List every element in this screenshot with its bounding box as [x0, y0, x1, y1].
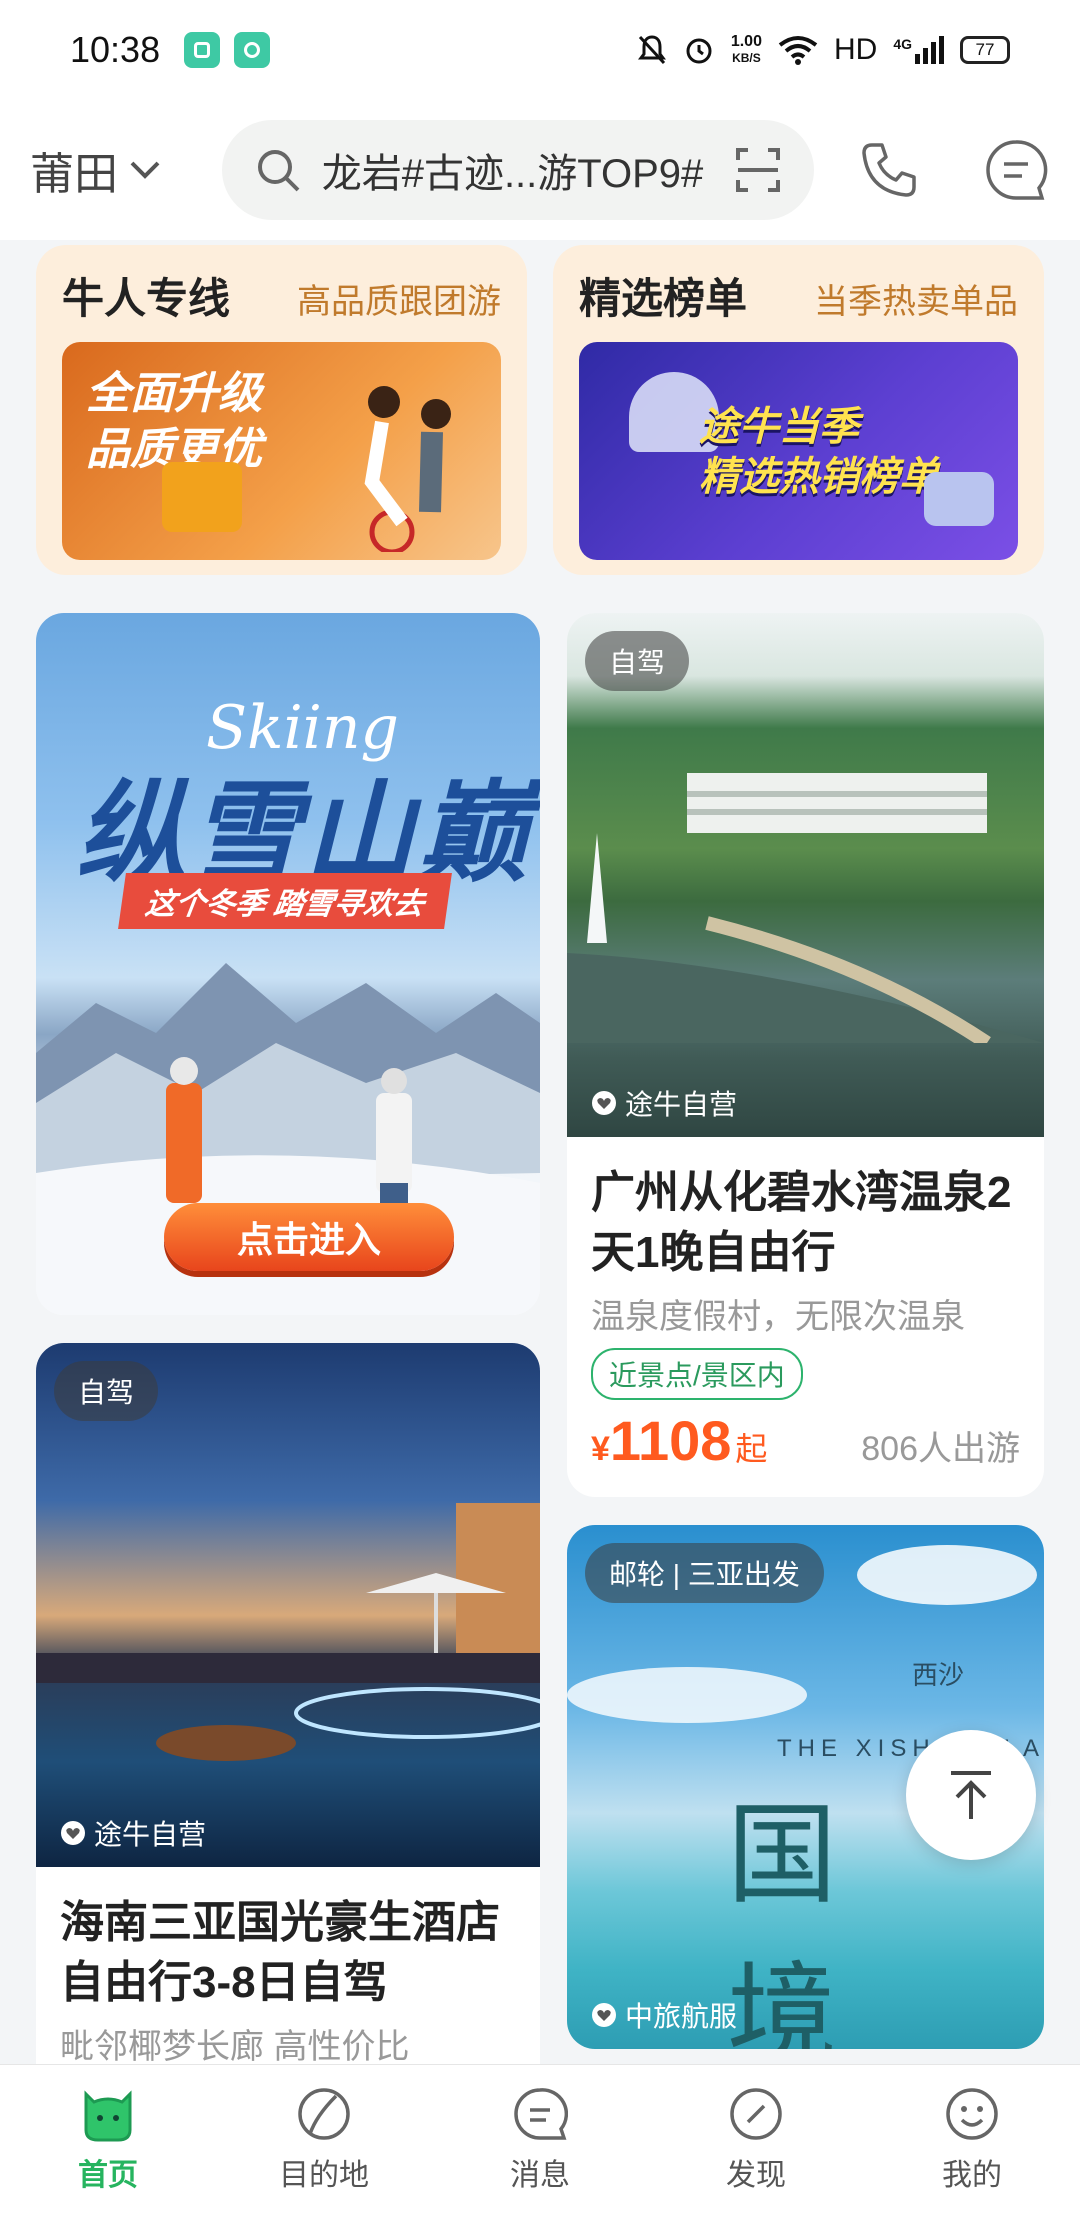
nav-label: 我的 — [942, 2158, 1002, 2192]
product-title: 广州从化碧水湾温泉2天1晚自由行 — [591, 1168, 1012, 1277]
app-notification-icon — [184, 32, 221, 68]
traveler-count: 806人出游 — [861, 1430, 1020, 1468]
product-info: 广州从化碧水湾温泉2天1晚自由行 温泉度假村，无限次温泉 近景点/景区内 ¥ 1… — [567, 1137, 1044, 1497]
search-bar[interactable]: 龙岩#古迹...游TOP9# — [221, 120, 815, 220]
promo-subtitle: 高品质跟团游 — [297, 283, 501, 321]
product-photo: 自驾 途牛自营 — [36, 1343, 540, 1867]
search-icon — [257, 150, 300, 192]
home-icon — [84, 2089, 132, 2141]
feed-left-column: Skiing 纵雪山巅 这个冬季 踏雪寻欢去 点击进入 自驾 途牛自营 海南三亚… — [36, 613, 540, 2120]
cloud-illustration — [567, 1545, 1037, 1723]
scan-icon[interactable] — [734, 146, 782, 194]
camera-illustration — [924, 472, 994, 526]
alarm-icon — [686, 38, 712, 64]
price-value: 1108 — [609, 1409, 732, 1472]
promo-row: 牛人专线 高品质跟团游 全面升级 品质更优 精选榜单 当季热卖单品 途牛当季 精… — [36, 245, 1044, 575]
status-bar: 10:38 1.00 KB/S HD 4G 77 — [0, 0, 1080, 100]
brand-label: 途牛自营 — [591, 1083, 737, 1123]
promo-subtitle: 当季热卖单品 — [814, 283, 1018, 321]
promo-banner-image[interactable]: 全面升级 品质更优 — [62, 342, 501, 560]
product-title: 海南三亚国光豪生酒店自由行3-8日自驾 — [60, 1898, 500, 2007]
profile-icon — [946, 2087, 998, 2140]
app-notification-icon — [234, 32, 271, 68]
travelers-illustration — [364, 386, 451, 552]
status-app-icons — [184, 32, 271, 68]
nav-home[interactable]: 首页 — [18, 2086, 198, 2194]
phone-button[interactable] — [854, 135, 923, 205]
net-speed: 1.00 KB/S — [730, 33, 762, 66]
heart-icon — [61, 1821, 85, 1845]
product-card-resort[interactable]: 自驾 途牛自营 广州从化碧水湾温泉2天1晚自由行 温泉度假村，无限次温泉 近景点… — [567, 613, 1044, 1497]
promo-title: 牛人专线 — [62, 275, 231, 322]
nav-label: 消息 — [510, 2158, 570, 2192]
heart-icon — [592, 2003, 616, 2027]
nav-messages[interactable]: 消息 — [450, 2086, 630, 2194]
resort-illustration — [567, 773, 1044, 1043]
nav-profile[interactable]: 我的 — [882, 2086, 1062, 2194]
brand-label: 途牛自营 — [60, 1813, 206, 1853]
product-subtitle: 温泉度假村，无限次温泉 — [591, 1298, 965, 1336]
product-card-sanya[interactable]: 自驾 途牛自营 海南三亚国光豪生酒店自由行3-8日自驾 毗邻椰梦长廊 高性价比 — [36, 1343, 540, 2092]
promo-card-ranking[interactable]: 精选榜单 当季热卖单品 途牛当季 精选热销榜单 — [553, 245, 1044, 575]
city-label: 莆田 — [30, 150, 118, 199]
status-time: 10:38 — [70, 29, 161, 70]
wifi-icon — [778, 36, 818, 65]
product-subtitle: 毗邻椰梦长廊 高性价比 — [60, 2028, 410, 2066]
feature-tag: 近景点/景区内 — [591, 1348, 803, 1400]
nav-label: 目的地 — [279, 2158, 369, 2192]
currency-symbol: ¥ — [591, 1430, 610, 1468]
ski-promo-banner[interactable]: Skiing 纵雪山巅 这个冬季 踏雪寻欢去 点击进入 — [36, 613, 540, 1315]
search-input[interactable]: 龙岩#古迹...游TOP9# — [322, 141, 722, 199]
nav-label: 首页 — [78, 2158, 138, 2192]
back-to-top-button[interactable] — [906, 1730, 1036, 1860]
promo-card-premium[interactable]: 牛人专线 高品质跟团游 全面升级 品质更优 — [36, 245, 527, 575]
nav-label: 发现 — [726, 2158, 786, 2192]
phone-icon — [861, 143, 916, 197]
suitcase-illustration — [162, 462, 242, 532]
promo-title: 精选榜单 — [579, 275, 748, 322]
product-type-tag: 自驾 — [54, 1361, 159, 1421]
banner-strip: 这个冬季 踏雪寻欢去 — [118, 873, 453, 929]
promo-banner-image[interactable]: 途牛当季 精选热销榜单 — [579, 342, 1018, 560]
nav-destination[interactable]: 目的地 — [234, 2086, 414, 2194]
top-header: 莆田 龙岩#古迹...游TOP9# — [0, 100, 1080, 240]
destination-icon — [298, 2087, 350, 2140]
price-unit: 起 — [735, 1431, 768, 1467]
signal-indicator: 4G — [893, 36, 944, 64]
enter-button[interactable]: 点击进入 — [164, 1203, 454, 1271]
bottom-navigation: 首页 目的地 消息 发现 我的 — [0, 2064, 1080, 2214]
product-photo: 自驾 途牛自营 — [567, 613, 1044, 1137]
nav-discover[interactable]: 发现 — [666, 2086, 846, 2194]
hd-label: HD — [833, 33, 878, 66]
banner-small-text: 西沙 — [912, 1660, 965, 1690]
heart-icon — [592, 1091, 616, 1115]
arrow-up-icon — [951, 1771, 991, 1819]
hotel-pool-illustration — [36, 1503, 540, 1761]
brand-label: 中旅航服 — [591, 1995, 737, 2035]
product-type-tag: 自驾 — [585, 631, 690, 691]
message-icon — [514, 2087, 568, 2140]
message-button[interactable] — [981, 135, 1050, 205]
price-row: ¥ 1108 起 806人出游 — [591, 1408, 1020, 1473]
discover-icon — [730, 2087, 782, 2140]
battery-indicator: 77 — [960, 36, 1010, 64]
product-info: 海南三亚国光豪生酒店自由行3-8日自驾 毗邻椰梦长廊 高性价比 — [36, 1867, 540, 2092]
status-indicators: 1.00 KB/S HD 4G 77 — [637, 33, 1010, 67]
chevron-down-icon — [130, 161, 160, 179]
mute-icon — [637, 35, 666, 65]
city-selector[interactable]: 莆田 — [30, 138, 188, 202]
message-icon — [985, 140, 1047, 200]
banner-text: 途牛当季 精选热销榜单 — [699, 405, 939, 499]
